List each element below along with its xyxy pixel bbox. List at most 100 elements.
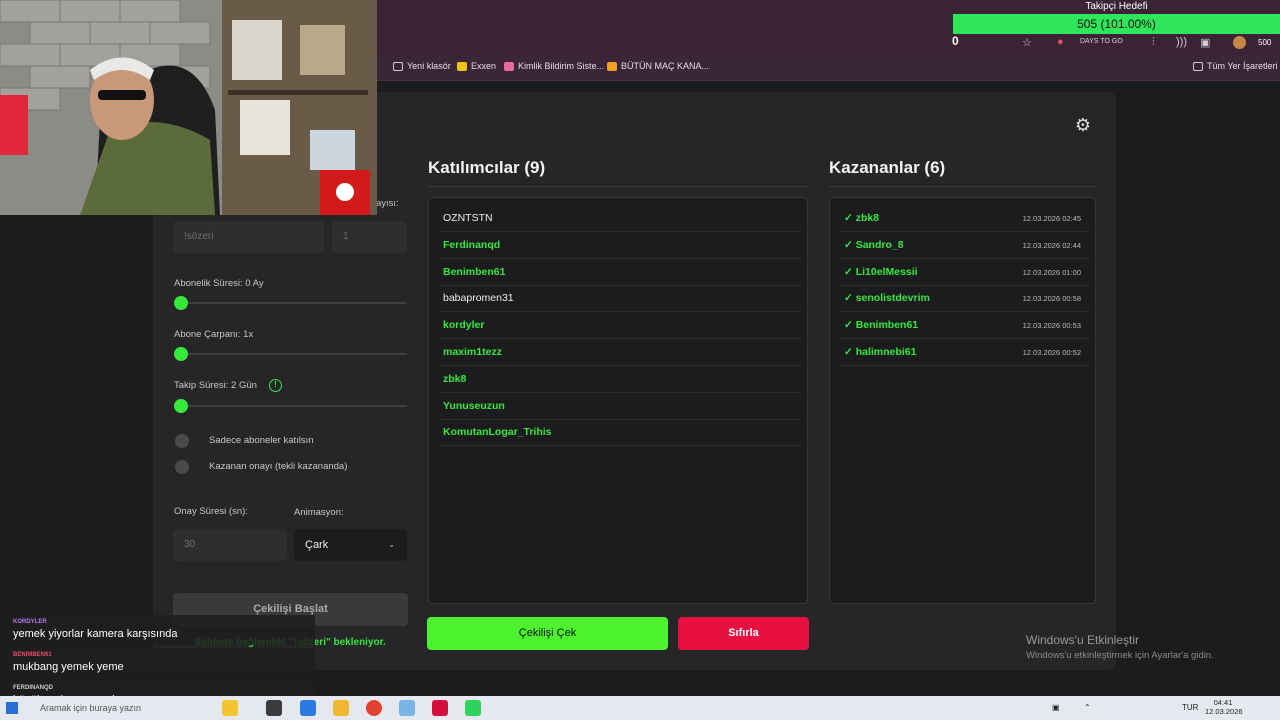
chrome-icon[interactable]: [366, 700, 382, 716]
winners-divider: [829, 186, 1096, 187]
extension-icon[interactable]: ●: [1057, 36, 1064, 48]
clock[interactable]: 04:41 12.03.2026: [1205, 698, 1243, 716]
edge-icon[interactable]: [300, 700, 316, 716]
participants-divider: [428, 186, 808, 187]
winner-confirm-label: Kazanan onayı (tekli kazananda): [209, 461, 348, 472]
star-icon[interactable]: ☆: [1022, 36, 1032, 49]
winner-row: ✓ Benimben61 12.03.2026 00:53: [838, 312, 1089, 340]
count-label-partial: ayısı:: [376, 198, 399, 209]
participant-row: KomutanLogar_Trihis: [439, 419, 801, 447]
pen-icon: [504, 61, 514, 71]
kick-icon[interactable]: [465, 700, 481, 716]
days-to-go-label[interactable]: DAYS TO GO: [1080, 38, 1123, 45]
winner-row: ✓ zbk8 12.03.2026 02:45: [838, 205, 1089, 232]
only-subs-toggle[interactable]: [175, 434, 189, 448]
participants-list: OZNTSTN Ferdinanqd Benimben61 babapromen31 k…: [428, 197, 808, 604]
task-view-icon[interactable]: [266, 700, 282, 716]
avatar[interactable]: [1233, 36, 1246, 49]
winner-name: ✓ Sandro_8: [844, 238, 904, 251]
bookmark-mac[interactable]: BÜTÜN MAÇ KANA...: [607, 61, 709, 71]
winner-name: ✓ Li10elMessii: [844, 265, 918, 278]
winner-timestamp: 12.03.2026 00:52: [1022, 348, 1081, 357]
language-indicator[interactable]: TUR: [1182, 703, 1198, 712]
winner-timestamp: 12.03.2026 01:00: [1022, 267, 1081, 277]
tray-icon[interactable]: ▣: [1052, 703, 1060, 712]
jp-icon: [607, 61, 617, 71]
animation-label: Animasyon:: [294, 507, 344, 518]
winner-timestamp: 12.03.2026 00:58: [1022, 294, 1081, 304]
file-explorer-icon[interactable]: [333, 700, 349, 716]
only-subs-label: Sadece aboneler katılsın: [209, 435, 314, 446]
winner-row: ✓ senolistdevrim 12.03.2026 00:58: [838, 285, 1089, 313]
winner-row: ✓ halimnebi61 12.03.2026 00:52: [838, 339, 1089, 366]
participant-row: Benimben61: [439, 259, 801, 286]
follow-duration-track[interactable]: [174, 405, 407, 407]
copilot-icon[interactable]: [222, 700, 238, 716]
chat-username: BENIMBEN61: [13, 652, 52, 658]
winners-title: Kazananlar (6): [829, 158, 946, 177]
windows-activation-subtitle: Windows'u etkinleştirmek için Ayarlar'a …: [1026, 650, 1214, 661]
winner-timestamp: 12.03.2026 02:45: [1022, 214, 1081, 223]
chat-text: mukbang yemek yeme: [13, 661, 124, 673]
sub-multiplier-slider[interactable]: [174, 347, 188, 361]
winner-timestamp: 12.03.2026 02:44: [1022, 240, 1081, 250]
draw-winner-button[interactable]: Çekilişi Çek: [427, 617, 668, 650]
winner-row: ✓ Sandro_8 12.03.2026 02:44: [838, 232, 1089, 259]
chevron-down-icon: ⌄: [388, 540, 395, 549]
winner-name: ✓ senolistdevrim: [844, 292, 930, 305]
participant-row: zbk8: [439, 366, 801, 393]
chat-text: yemek yiyorlar kamera karşısında: [13, 628, 178, 640]
winner-timestamp: 12.03.2026 00:53: [1022, 321, 1081, 331]
goal-current: 0: [952, 34, 959, 48]
winner-name: ✓ zbk8: [844, 212, 880, 224]
puzzle-icon[interactable]: ▣: [1200, 36, 1210, 49]
winner-name: ✓ Benimben61: [844, 319, 919, 332]
animation-select[interactable]: Çark ⌄: [294, 529, 407, 561]
notepad-icon[interactable]: [399, 700, 415, 716]
sub-multiplier-track[interactable]: [174, 353, 407, 355]
keyword-input[interactable]: !sözeri: [173, 221, 324, 253]
exxen-icon: [457, 61, 467, 71]
sub-duration-slider[interactable]: [174, 296, 188, 310]
all-bookmarks[interactable]: Tüm Yer İşaretleri: [1193, 61, 1278, 71]
winner-count-input[interactable]: 1: [332, 221, 407, 253]
bookmark-kimlik[interactable]: Kimlik Bildirim Siste...: [504, 61, 604, 71]
confirm-time-label: Onay Süresi (sn):: [174, 506, 248, 517]
badge-count: 500: [1258, 38, 1272, 47]
sub-duration-track[interactable]: [174, 302, 407, 304]
chat-message: KORDYLER yemek yiyorlar kamera karşısında: [8, 615, 315, 645]
participants-title: Katılımcılar (9): [428, 158, 546, 177]
taskbar-search[interactable]: Aramak için buraya yazın: [40, 703, 141, 713]
participant-row: maxim1tezz: [439, 339, 801, 366]
participant-row: babapromen31: [439, 285, 801, 313]
chat-message: BENIMBEN61 mukbang yemek yeme: [8, 648, 315, 678]
chevron-up-icon[interactable]: ⌃: [1084, 703, 1091, 712]
folder-icon: [393, 61, 403, 71]
bookmark-folder[interactable]: Yeni klasör: [393, 61, 451, 71]
webcam-scene: [0, 0, 377, 215]
sub-multiplier-label: Abone Çarpanı: 1x: [174, 329, 254, 340]
webcam-overlay: [0, 0, 377, 215]
winner-row: ✓ Li10elMessii 12.03.2026 01:00: [838, 259, 1089, 286]
winners-list: ✓ zbk8 12.03.2026 02:45 ✓ Sandro_8 12.03.20…: [829, 197, 1096, 604]
app-icon[interactable]: [432, 700, 448, 716]
wifi-icon[interactable]: ))): [1176, 36, 1187, 48]
windows-start-icon[interactable]: [6, 702, 18, 714]
follow-duration-label: Takip Süresi: 2 Gün: [174, 380, 257, 391]
chat-username: KORDYLER: [13, 619, 47, 625]
goal-progress-bar: 505 (101.00%): [953, 14, 1280, 34]
goal-title: Takipçi Hedefi: [1085, 1, 1148, 12]
sub-duration-label: Abonelik Süresi: 0 Ay: [174, 278, 264, 289]
bookmark-exxen[interactable]: Exxen: [457, 61, 496, 71]
confirm-time-input[interactable]: 30: [173, 529, 287, 561]
gear-icon[interactable]: ⚙: [1072, 114, 1094, 136]
winner-name: ✓ halimnebi61: [844, 346, 917, 358]
info-icon[interactable]: !: [269, 379, 282, 392]
folder-icon: [1193, 61, 1203, 71]
winner-confirm-toggle[interactable]: [175, 460, 189, 474]
participant-row: Yunuseuzun: [439, 393, 801, 420]
reset-button[interactable]: Sıfırla: [678, 617, 809, 650]
follow-duration-slider[interactable]: [174, 399, 188, 413]
audio-icon[interactable]: ⫶: [1152, 36, 1155, 49]
windows-activation-title: Windows'u Etkinleştir: [1026, 633, 1139, 647]
